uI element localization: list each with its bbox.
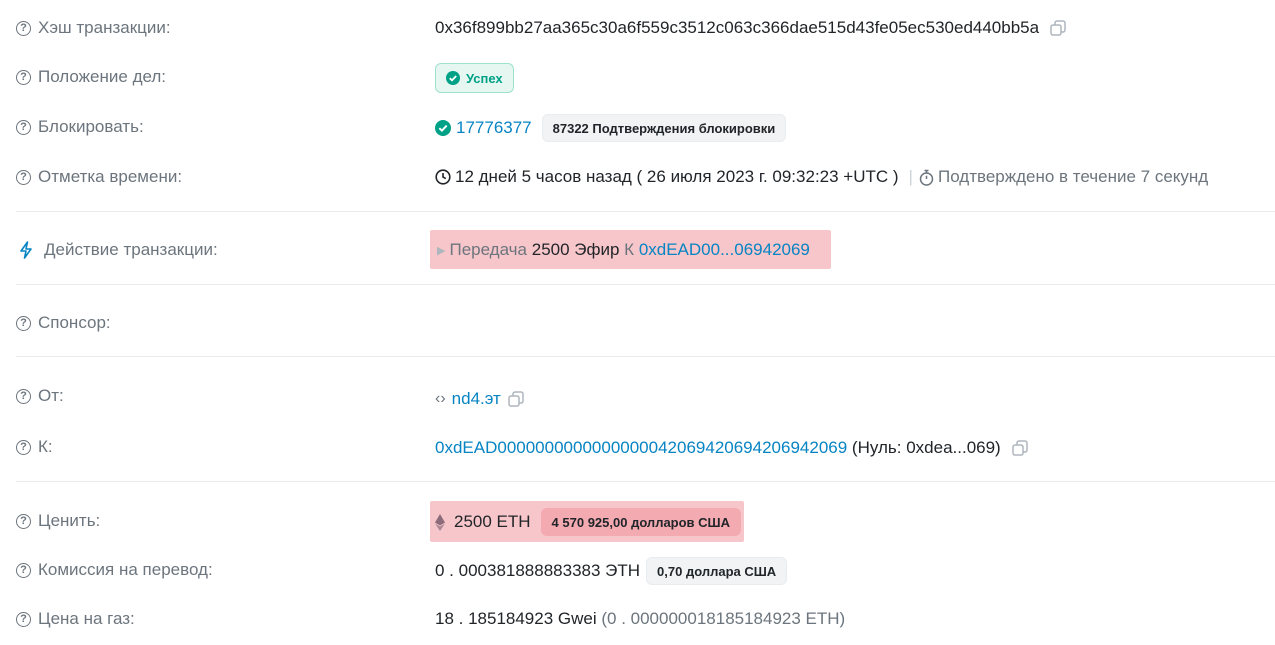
row-to: ? К: 0xdEAD000000000000000004206942069420… [0,432,1275,462]
check-circle-icon [446,71,460,85]
copy-icon[interactable] [1049,19,1067,37]
divider [16,284,1275,285]
tx-hash-value: 0x36f899bb27aa365c30a6f559c3512c063c366d… [435,18,1040,37]
copy-icon[interactable] [1011,439,1029,457]
action-address-link[interactable]: 0xdEAD00...06942069 [639,240,810,260]
help-icon: ? [16,119,31,135]
row-hash: ? Хэш транзакции: 0x36f899bb27aa365c30a6f… [0,13,1275,43]
value-usd-badge: 4 570 925,00 долларов США [540,508,742,536]
stopwatch-icon [919,169,934,186]
row-value: ? Ценить: 2500 ETH 4 570 925,00 долларов … [0,506,1275,536]
lightning-icon [20,241,32,259]
row-from: ? От: ‹› nd4.эт [0,381,1275,411]
status-badge-text: Успех [466,70,503,86]
row-sponsor: ? Спонсор: [0,308,1275,338]
separator: | [908,167,913,186]
from-address-link[interactable]: nd4.эт [452,389,501,409]
row-gas-price: ? Цена на газ: 18 . 185184923 Gwei (0 . 0… [0,604,1275,634]
to-address-link[interactable]: 0xdEAD0000000000000000042069420694206942… [435,438,847,458]
action-label: Действие транзакции: [44,240,218,259]
from-label: От: [38,386,64,405]
help-icon: ? [16,69,31,85]
row-block: ? Блокировать: 17776377 87322 Подтвержден… [0,112,1275,142]
check-circle-icon [435,120,451,136]
status-label: Положение дел: [38,67,167,86]
sponsor-label: Спонсор: [38,313,111,332]
caret-right-icon[interactable]: ▶ [437,244,445,257]
divider [16,481,1275,482]
to-label: К: [38,437,53,456]
help-icon: ? [16,169,31,185]
help-icon: ? [16,315,31,331]
ethereum-icon [435,513,445,531]
block-label: Блокировать: [38,117,144,136]
fee-usd-badge: 0,70 доллара США [646,557,788,585]
confirmations-badge: 87322 Подтверждения блокировки [541,114,787,142]
row-action: Действие транзакции: ▶ Передача 2500 Эфи… [0,235,1275,265]
action-verb: Передача [449,240,527,259]
confirmed-within: Подтверждено в течение 7 секунд [937,167,1209,186]
value-eth: 2500 ETH [454,512,531,531]
row-status: ? Положение дел: Успех [0,62,1275,93]
help-icon: ? [16,20,31,36]
action-to-word: К [624,240,635,259]
gas-label: Цена на газ: [38,609,135,628]
fee-label: Комиссия на перевод: [38,560,213,579]
help-icon: ? [16,611,31,627]
block-number-link[interactable]: 17776377 [456,118,532,138]
divider [16,356,1275,357]
gas-eth: (0 . 000000018185184923 ETH) [601,609,846,628]
help-icon: ? [16,439,31,455]
value-label: Ценить: [38,511,101,530]
help-icon: ? [16,388,31,404]
to-address-note: (Нуль: 0xdea...069) [851,438,1001,457]
clock-icon [435,169,451,185]
divider [16,211,1275,212]
help-icon: ? [16,562,31,578]
fee-eth: 0 . 000381888883383 ЭТН [435,561,641,580]
timestamp-value: 12 дней 5 часов назад ( 26 июля 2023 г. … [455,167,899,186]
hash-label: Хэш транзакции: [38,18,171,37]
row-timestamp: ? Отметка времени: 12 дней 5 часов назад … [0,162,1275,192]
status-badge: Успех [435,63,514,93]
row-fee: ? Комиссия на перевод: 0 . 00038188888338… [0,555,1275,585]
action-amount: 2500 Эфир [531,240,620,259]
code-icon: ‹› [435,390,446,407]
help-icon: ? [16,513,31,529]
gas-gwei: 18 . 185184923 Gwei [435,609,597,628]
timestamp-label: Отметка времени: [38,167,183,186]
copy-icon[interactable] [507,390,525,408]
